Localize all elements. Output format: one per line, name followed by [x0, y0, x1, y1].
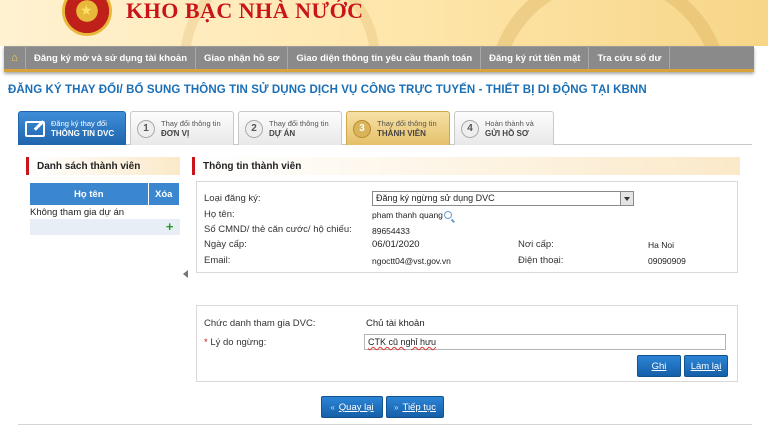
step-line2: GỬI HỒ SƠ [485, 128, 529, 138]
step-line2: ĐƠN VỊ [161, 128, 190, 138]
registration-type-label: Loại đăng ký: [204, 193, 261, 204]
required-mark: * [204, 337, 208, 348]
step-line1: Hoàn thành và [485, 118, 534, 128]
step-number: 2 [245, 119, 263, 138]
nav-item-document-exchange[interactable]: Giao nhận hồ sơ [196, 47, 289, 69]
member-info-title: Thông tin thành viên [192, 157, 740, 175]
member-info-panel: Thông tin thành viên [192, 157, 740, 175]
reset-button[interactable]: Làm lại [684, 355, 728, 377]
tab-complete-submit[interactable]: 4 Hoàn thành và GỬI HỒ SƠ [454, 111, 554, 145]
member-name-cell[interactable]: Không tham gia dự án [30, 205, 180, 219]
email-label: Email: [204, 255, 231, 266]
tab-member-info[interactable]: 3 Thay đổi thông tin THÀNH VIÊN [346, 111, 450, 145]
national-emblem-icon: ★ [62, 0, 112, 36]
banner-ornament [488, 0, 728, 46]
step-number: 4 [461, 119, 479, 138]
chevron-down-icon [620, 192, 633, 205]
member-table: Họ tên Xóa Không tham gia dự án + [30, 183, 180, 235]
back-button[interactable]: «Quay lại [321, 396, 383, 418]
step-number: 1 [137, 119, 155, 138]
content-border [18, 424, 752, 425]
step-line1: Thay đổi thông tin [377, 118, 437, 128]
header-banner: ★ KHO BẠC NHÀ NƯỚC [0, 0, 768, 46]
step-line1: Thay đổi thông tin [269, 118, 329, 128]
issue-date-label: Ngày cấp: [204, 239, 247, 250]
id-number-value: 89654433 [372, 226, 410, 236]
page-title: ĐĂNG KÝ THAY ĐỔI/ BỔ SUNG THÔNG TIN SỬ D… [8, 84, 647, 96]
step-line2: THÔNG TIN DVC [51, 128, 115, 138]
column-header-delete: Xóa [148, 183, 180, 205]
collapse-panel-icon[interactable] [183, 270, 188, 278]
step-line1: Đăng ký thay đổi [51, 118, 107, 128]
step-number: 3 [353, 119, 371, 138]
search-icon[interactable] [443, 211, 452, 219]
next-button-label: Tiếp tục [402, 401, 436, 413]
save-button-label: Ghi [651, 360, 667, 372]
save-button[interactable]: Ghi [637, 355, 681, 377]
role-value: Chủ tài khoản [366, 318, 425, 329]
step-line2: DỰ ÁN [269, 128, 296, 138]
back-button-label: Quay lại [338, 401, 374, 413]
id-number-label: Số CMND/ thẻ căn cước/ hộ chiếu: [204, 224, 352, 235]
back-chevron-icon: « [330, 402, 335, 412]
column-header-name: Họ tên [30, 183, 149, 205]
tab-register-change[interactable]: Đăng ký thay đổi THÔNG TIN DVC [18, 111, 126, 145]
name-label: Họ tên: [204, 209, 235, 220]
registration-type-value: Đăng ký ngừng sử dụng DVC [376, 193, 495, 203]
nav-item-balance-lookup[interactable]: Tra cứu số dư [589, 47, 671, 69]
member-list-panel: Danh sách thành viên Họ tên Xóa Không th… [26, 157, 180, 235]
phone-value: 09090909 [648, 256, 686, 266]
phone-label: Điện thoại: [518, 255, 564, 266]
step-line2: THÀNH VIÊN [377, 128, 426, 138]
add-member-icon[interactable]: + [166, 220, 174, 234]
stop-reason-label: Lý do ngừng: [210, 337, 267, 348]
issue-place-label: Nơi cấp: [518, 239, 554, 250]
nav-item-account-registration[interactable]: Đăng ký mở và sử dụng tài khoản [26, 47, 196, 69]
name-value: pham thanh quang [372, 210, 443, 220]
next-chevron-icon: » [394, 402, 399, 412]
stop-reason-input[interactable]: CTK cũ nghỉ hưu [364, 334, 726, 350]
stop-reason-value: CTK cũ nghỉ hưu [368, 337, 437, 347]
step-line1: Thay đổi thông tin [161, 118, 221, 128]
brand-title: KHO BẠC NHÀ NƯỚC [126, 0, 364, 23]
email-value: ngoctt04@vst.gov.vn [372, 256, 451, 266]
table-row[interactable]: Không tham gia dự án [30, 205, 180, 219]
wizard-steps: Đăng ký thay đổi THÔNG TIN DVC 1 Thay đổi… [18, 111, 752, 145]
edit-icon [25, 120, 45, 137]
next-button[interactable]: » Tiếp tục [386, 396, 444, 418]
registration-type-select[interactable]: Đăng ký ngừng sử dụng DVC [372, 191, 634, 206]
tab-project-info[interactable]: 2 Thay đổi thông tin DỰ ÁN [238, 111, 342, 145]
nav-item-payment-request[interactable]: Giao diện thông tin yêu cầu thanh toán [288, 47, 482, 69]
issue-date-value: 06/01/2020 [372, 239, 420, 250]
role-label: Chức danh tham gia DVC: [204, 318, 316, 329]
add-row: + [30, 219, 180, 235]
nav-item-cash-withdrawal[interactable]: Đăng ký rút tiền mặt [481, 47, 590, 69]
reset-button-label: Làm lại [690, 360, 722, 372]
tab-unit-info[interactable]: 1 Thay đổi thông tin ĐƠN VỊ [130, 111, 234, 145]
issue-place-value: Ha Noi [648, 240, 674, 250]
member-list-title: Danh sách thành viên [26, 157, 180, 175]
home-icon[interactable]: ⌂ [4, 47, 26, 69]
main-nav: ⌂ Đăng ký mở và sử dụng tài khoản Giao n… [4, 46, 754, 72]
